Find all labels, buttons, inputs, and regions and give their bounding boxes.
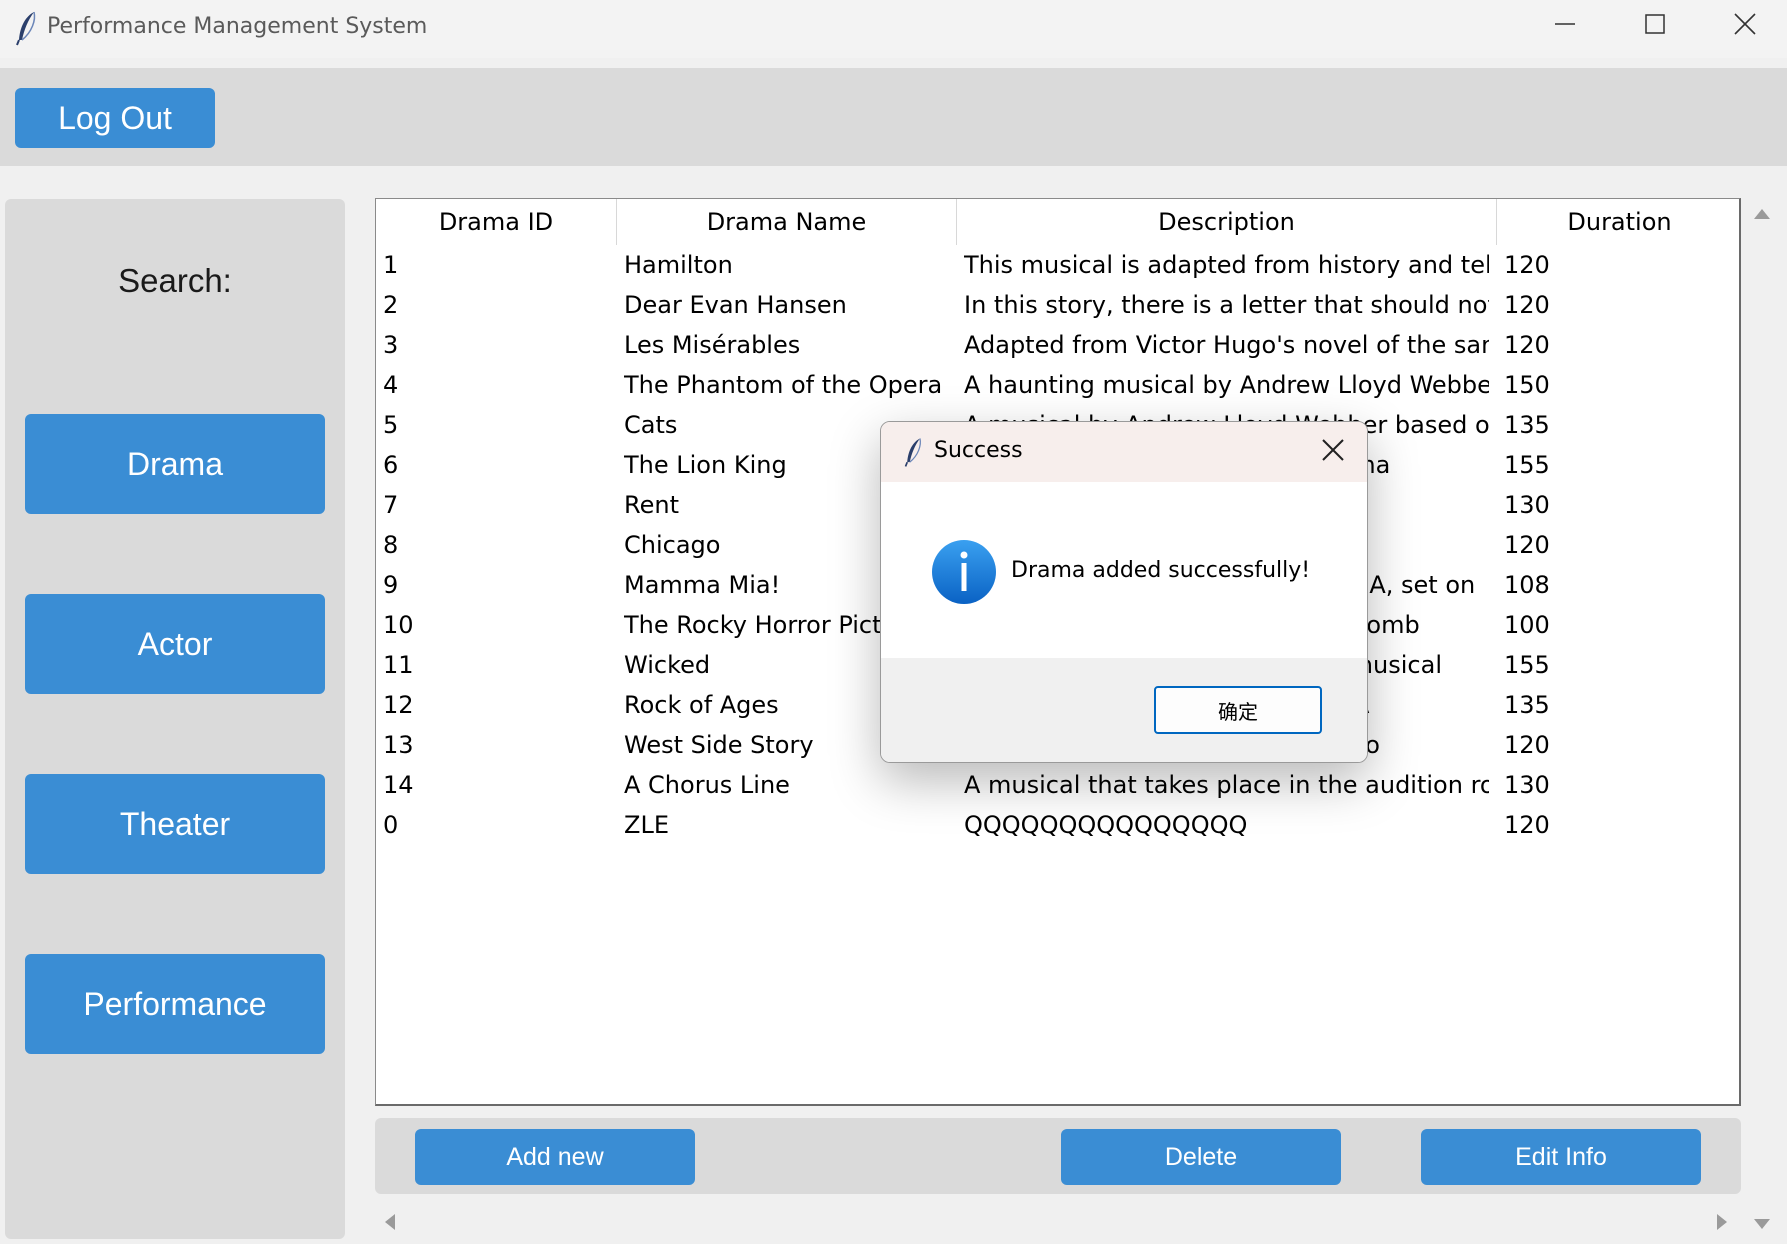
add-new-button[interactable]: Add new (415, 1129, 695, 1185)
edit-info-button[interactable]: Edit Info (1421, 1129, 1701, 1185)
cell-drama-name: ZLE (624, 811, 669, 839)
feather-icon (14, 10, 40, 46)
cell-drama-name: Dear Evan Hansen (624, 291, 847, 319)
cell-drama-id: 7 (383, 491, 399, 519)
cell-drama-id: 4 (383, 371, 399, 399)
cell-drama-id: 12 (383, 691, 414, 719)
cell-drama-id: 3 (383, 331, 399, 359)
table-row[interactable]: 14 A Chorus Line A musical that takes plac… (376, 765, 1739, 805)
cell-drama-id: 0 (383, 811, 399, 839)
feather-icon (903, 436, 925, 472)
cell-duration: 120 (1504, 251, 1550, 279)
cell-drama-name: A Chorus Line (624, 771, 790, 799)
cell-drama-id: 10 (383, 611, 414, 639)
window-title: Performance Management System (47, 14, 428, 39)
cell-description: A musical that takes place in the auditi… (964, 771, 1489, 799)
cell-duration: 120 (1504, 731, 1550, 759)
cell-duration: 135 (1504, 411, 1550, 439)
cell-description: Adapted from Victor Hugo's novel of the … (964, 331, 1489, 359)
delete-button[interactable]: Delete (1061, 1129, 1341, 1185)
scroll-right-icon[interactable] (1715, 1213, 1729, 1235)
cell-description: This musical is adapted from history and… (964, 251, 1489, 279)
close-icon (1734, 13, 1756, 39)
column-header-description[interactable]: Description (957, 199, 1497, 245)
cell-drama-id: 5 (383, 411, 399, 439)
table-row[interactable]: 0 ZLE QQQQQQQQQQQQQQQ 120 (376, 805, 1739, 845)
table-header: Drama ID Drama Name Description Duration (376, 199, 1739, 245)
cell-description: In this story, there is a letter that sh… (964, 291, 1489, 319)
maximize-button[interactable] (1610, 0, 1700, 52)
vertical-scrollbar[interactable] (1745, 198, 1779, 1244)
table-row[interactable]: 3 Les Misérables Adapted from Victor Hugo'… (376, 325, 1739, 365)
ok-button[interactable]: 确定 (1154, 686, 1322, 734)
cell-drama-id: 8 (383, 531, 399, 559)
search-label: Search: (118, 262, 232, 299)
dialog-title-bar: Success (881, 422, 1367, 482)
minimize-button[interactable] (1520, 0, 1610, 52)
dialog-title: Success (934, 438, 1023, 463)
cell-duration: 135 (1504, 691, 1550, 719)
cell-drama-id: 9 (383, 571, 399, 599)
table-row[interactable]: 2 Dear Evan Hansen In this story, there is… (376, 285, 1739, 325)
dialog-footer: 确定 (881, 658, 1367, 762)
column-header-duration[interactable]: Duration (1497, 199, 1739, 245)
minimize-icon (1555, 14, 1575, 38)
close-button[interactable] (1700, 0, 1787, 52)
table-row[interactable]: 4 The Phantom of the Opera A haunting musi… (376, 365, 1739, 405)
cell-duration: 155 (1504, 651, 1550, 679)
cell-drama-id: 14 (383, 771, 414, 799)
cell-duration: 150 (1504, 371, 1550, 399)
dialog-close-icon[interactable] (1321, 438, 1345, 466)
cell-drama-id: 2 (383, 291, 399, 319)
cell-drama-name: The Phantom of the Opera (624, 371, 943, 399)
title-bar: Performance Management System (0, 0, 1787, 58)
cell-drama-id: 13 (383, 731, 414, 759)
cell-drama-id: 11 (383, 651, 414, 679)
info-icon (931, 539, 997, 609)
table-row[interactable]: 1 Hamilton This musical is adapted from hi… (376, 245, 1739, 285)
scroll-down-icon[interactable] (1753, 1216, 1771, 1235)
action-bar: Add new Delete Edit Info (375, 1118, 1741, 1194)
sidebar-item-theater[interactable]: Theater (25, 774, 325, 874)
cell-duration: 120 (1504, 291, 1550, 319)
scroll-up-icon[interactable] (1753, 206, 1771, 225)
sidebar-item-actor[interactable]: Actor (25, 594, 325, 694)
sidebar (5, 199, 345, 1239)
top-toolbar: Log Out (0, 68, 1787, 166)
maximize-icon (1645, 14, 1665, 38)
cell-duration: 155 (1504, 451, 1550, 479)
column-header-drama-name[interactable]: Drama Name (617, 199, 957, 245)
cell-description: QQQQQQQQQQQQQQQ (964, 811, 1248, 839)
success-dialog: Success Drama added successfully! 确定 (880, 421, 1368, 763)
cell-duration: 120 (1504, 531, 1550, 559)
cell-duration: 130 (1504, 771, 1550, 799)
cell-duration: 108 (1504, 571, 1550, 599)
cell-drama-name: Hamilton (624, 251, 733, 279)
cell-drama-id: 6 (383, 451, 399, 479)
dialog-message: Drama added successfully! (1011, 558, 1311, 583)
horizontal-scrollbar[interactable] (375, 1204, 1741, 1238)
cell-drama-id: 1 (383, 251, 399, 279)
cell-duration: 120 (1504, 811, 1550, 839)
column-header-drama-id[interactable]: Drama ID (376, 199, 617, 245)
sidebar-item-drama[interactable]: Drama (25, 414, 325, 514)
cell-duration: 130 (1504, 491, 1550, 519)
cell-drama-name: Les Misérables (624, 331, 801, 359)
scroll-left-icon[interactable] (383, 1213, 397, 1235)
cell-duration: 100 (1504, 611, 1550, 639)
cell-duration: 120 (1504, 331, 1550, 359)
sidebar-item-performance[interactable]: Performance (25, 954, 325, 1054)
cell-description: A haunting musical by Andrew Lloyd Webbe… (964, 371, 1489, 399)
logout-button[interactable]: Log Out (15, 88, 215, 148)
